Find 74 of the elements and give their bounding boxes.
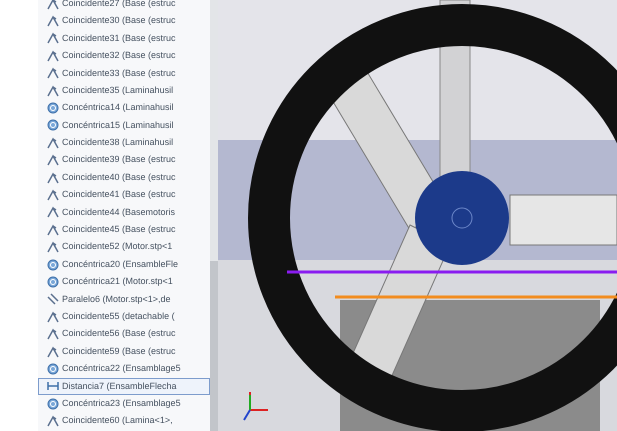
tree-item-label: Concéntrica20 (EnsambleFle bbox=[62, 258, 178, 271]
tree-item-label: Concéntrica15 (Laminahusil bbox=[62, 118, 174, 132]
coincident-mate-icon bbox=[47, 136, 59, 149]
coincident-mate-icon bbox=[47, 32, 59, 44]
tree-item-label: Concéntrica23 (Ensamblage5 bbox=[62, 396, 181, 410]
tree-item[interactable]: Coincidente55 (detachable ( bbox=[38, 308, 210, 326]
tree-item-label: Concéntrica22 (Ensamblage5 bbox=[62, 362, 181, 376]
coincident-mate-icon bbox=[47, 188, 59, 201]
tree-item[interactable]: Coincidente35 (Laminahusil bbox=[38, 82, 210, 100]
tree-item-label: Coincidente55 (detachable ( bbox=[62, 310, 175, 323]
tree-item[interactable]: Concéntrica20 (EnsambleFle bbox=[38, 256, 210, 274]
tree-item[interactable]: Coincidente56 (Base (estruc bbox=[38, 325, 210, 343]
tree-item-label: Coincidente30 (Base (estruc bbox=[62, 14, 176, 28]
tree-item-label: Coincidente33 (Base (estruc bbox=[62, 66, 176, 80]
tree-item-label: Coincidente38 (Laminahusil bbox=[62, 136, 174, 150]
concentric-mate-icon bbox=[47, 276, 59, 288]
tree-item-label: Coincidente40 (Base (estruc bbox=[62, 170, 176, 184]
tree-item-label: Coincidente44 (Basemotoris bbox=[62, 206, 176, 219]
coincident-mate-icon bbox=[47, 84, 59, 97]
concentric-mate-icon bbox=[47, 362, 59, 375]
concentric-mate-icon bbox=[47, 258, 59, 271]
tree-item[interactable]: Coincidente30 (Base (estruc bbox=[38, 12, 210, 30]
tree-item-label: Coincidente31 (Base (estruc bbox=[62, 32, 176, 45]
tree-item[interactable]: Concéntrica23 (Ensamblage5 bbox=[38, 394, 210, 412]
tree-item[interactable]: Concéntrica15 (Laminahusil bbox=[38, 116, 210, 134]
tree-item[interactable]: Paralelo6 (Motor.stp<1>,de bbox=[38, 290, 210, 308]
coincident-mate-icon bbox=[47, 241, 59, 254]
tree-item[interactable]: Coincidente60 (Lamina<1>, bbox=[38, 412, 210, 430]
coincident-mate-icon bbox=[47, 15, 59, 28]
tree-item-label: Concéntrica14 (Laminahusil bbox=[62, 101, 174, 114]
parallel-mate-icon bbox=[47, 293, 59, 306]
coincident-mate-icon bbox=[47, 67, 59, 80]
concentric-mate-icon bbox=[47, 119, 59, 132]
tree-item[interactable]: Concéntrica21 (Motor.stp<1 bbox=[38, 273, 210, 291]
coincident-mate-icon bbox=[47, 172, 59, 184]
tree-item-label: Coincidente56 (Base (estruc bbox=[62, 327, 176, 340]
coincident-mate-icon bbox=[47, 328, 59, 340]
scrollbar[interactable] bbox=[210, 0, 218, 431]
tree-item-label: Coincidente39 (Base (estruc bbox=[62, 153, 176, 166]
tree-item-label: Coincidente41 (Base (estruc bbox=[62, 188, 176, 202]
tree-item[interactable]: Coincidente41 (Base (estruc bbox=[38, 186, 210, 204]
tree-item[interactable]: Coincidente38 (Laminahusil bbox=[38, 134, 210, 152]
tree-item[interactable]: Coincidente33 (Base (estruc bbox=[38, 64, 210, 82]
tree-item[interactable]: Coincidente45 (Base (estruc bbox=[38, 221, 210, 238]
tree-item-label: Coincidente45 (Base (estruc bbox=[62, 223, 176, 236]
tree-item[interactable]: Coincidente40 (Base (estruc bbox=[38, 168, 210, 186]
tree-item[interactable]: Coincidente32 (Base (estruc bbox=[38, 47, 210, 65]
concentric-mate-icon bbox=[47, 398, 59, 410]
tree-item-label: Coincidente52 (Motor.stp<1 bbox=[62, 240, 172, 254]
tree-item-label: Coincidente32 (Base (estruc bbox=[62, 49, 176, 62]
coincident-mate-icon bbox=[47, 206, 59, 218]
tree-item[interactable]: Concéntrica14 (Laminahusil bbox=[38, 99, 210, 117]
coincident-mate-icon bbox=[47, 346, 59, 358]
distance-mate-icon bbox=[47, 380, 59, 392]
concentric-mate-icon bbox=[47, 102, 59, 114]
tree-item-label: Concéntrica21 (Motor.stp<1 bbox=[62, 275, 173, 288]
tree-item[interactable]: Coincidente44 (Basemotoris bbox=[38, 204, 210, 222]
tree-item[interactable]: Coincidente39 (Base (estruc bbox=[38, 152, 210, 169]
coincident-mate-icon bbox=[47, 224, 59, 236]
tree-item[interactable]: Coincidente52 (Motor.stp<1 bbox=[38, 238, 210, 256]
coincident-mate-icon bbox=[47, 154, 59, 166]
tree-item[interactable]: Concéntrica22 (Ensamblage5 bbox=[38, 360, 210, 378]
tree-item[interactable]: Coincidente59 (Base (estruc bbox=[38, 342, 210, 360]
tree-item-label: Coincidente35 (Laminahusil bbox=[62, 84, 174, 97]
tree-item-label: Coincidente59 (Base (estruc bbox=[62, 344, 176, 358]
tree-item-label: Coincidente60 (Lamina<1>, bbox=[62, 414, 173, 428]
tree-item[interactable]: Distancia7 (EnsambleFlecha bbox=[38, 378, 210, 395]
tree-item-label: Distancia7 (EnsambleFlecha bbox=[62, 380, 177, 393]
coincident-mate-icon bbox=[47, 310, 59, 323]
tree-item[interactable]: Coincidente31 (Base (estruc bbox=[38, 30, 210, 48]
coincident-mate-icon bbox=[47, 50, 59, 62]
coincident-mate-icon bbox=[47, 0, 59, 10]
tree-item-label: Paralelo6 (Motor.stp<1>,de bbox=[62, 292, 171, 306]
coincident-mate-icon bbox=[47, 415, 59, 428]
